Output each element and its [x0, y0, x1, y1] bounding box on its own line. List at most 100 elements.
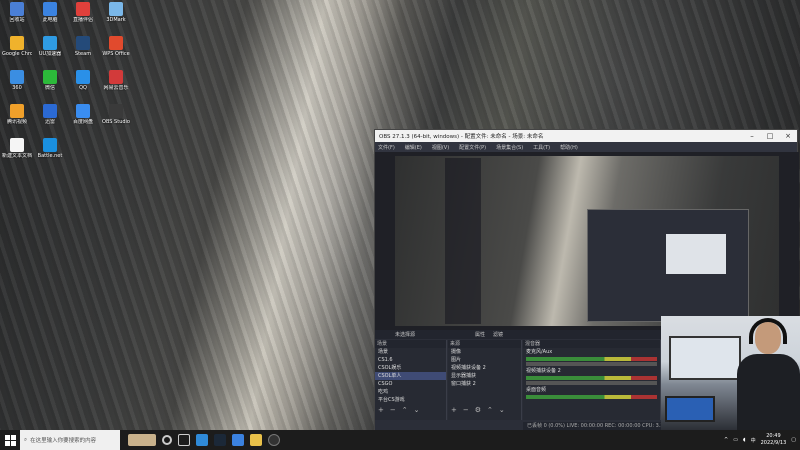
cortana-icon[interactable] [162, 435, 172, 445]
menu-edit[interactable]: 编辑(E) [405, 144, 422, 151]
scene-item[interactable]: CS1.6 [375, 356, 446, 364]
move-down-icon[interactable]: ⌄ [414, 406, 420, 414]
properties-button[interactable]: 属性 [475, 331, 485, 338]
network-icon[interactable]: ▭ [733, 437, 738, 443]
menu-tools[interactable]: 工具(T) [533, 144, 550, 151]
desktop-icon[interactable]: QQ [68, 70, 98, 91]
desktop-icon[interactable]: 百度网盘 [68, 104, 98, 125]
remove-scene-icon[interactable]: − [390, 406, 396, 414]
scene-item[interactable]: CSGO [375, 380, 446, 388]
taskbar-thumbnail-icon[interactable] [128, 434, 156, 446]
menu-view[interactable]: 视图(V) [432, 144, 449, 151]
desktop-icon-label: 微信 [44, 85, 55, 91]
add-source-icon[interactable]: + [451, 406, 457, 414]
taskbar-clock[interactable]: 20:49 2022/9/13 [761, 433, 787, 447]
webcam-bg-monitor [669, 336, 741, 380]
desktop-icon-label: QQ [79, 85, 87, 91]
volume-slider[interactable] [526, 362, 657, 366]
task-view-icon[interactable] [178, 434, 190, 446]
mixer-track-label: 桌面音频 [526, 387, 547, 393]
scene-item[interactable]: 场景 [375, 348, 446, 356]
desktop-icon-label: 迅雷 [44, 119, 55, 125]
desktop-icon[interactable]: 新建文本文档 [2, 138, 32, 159]
move-down-icon[interactable]: ⌄ [499, 406, 505, 414]
nested-obs-preview [587, 209, 749, 322]
obs-title-bar[interactable]: OBS 27.1.3 (64-bit, windows) - 配置文件: 未命名… [375, 130, 797, 142]
desktop-icon[interactable]: Steam [68, 36, 98, 57]
remove-source-icon[interactable]: − [463, 406, 469, 414]
desktop-icon-label: Steam [74, 51, 92, 57]
app-icon [76, 2, 90, 16]
move-up-icon[interactable]: ⌃ [487, 406, 493, 414]
source-item[interactable]: 图片 [448, 356, 521, 364]
menu-scene-collection[interactable]: 场景集合(S) [496, 144, 523, 151]
search-placeholder: 在这里输入你要搜索的内容 [30, 438, 97, 444]
move-up-icon[interactable]: ⌃ [402, 406, 408, 414]
system-tray: ^ ▭ ◖ 中 20:49 2022/9/13 ▢ [724, 433, 800, 447]
desktop-icon[interactable]: 3DMark [101, 2, 131, 23]
desktop-icon[interactable]: 360 [2, 70, 32, 91]
menu-file[interactable]: 文件(F) [378, 144, 395, 151]
desktop-icon[interactable]: 此电脑 [35, 2, 65, 23]
maximize-icon[interactable]: □ [761, 132, 779, 140]
obs-taskbar-icon[interactable] [268, 434, 280, 446]
desktop-icon-label: Battle.net [37, 153, 63, 159]
notification-icon[interactable]: ▢ [791, 437, 796, 443]
app-icon [109, 2, 123, 16]
steam-icon[interactable] [214, 434, 226, 446]
desktop-icon[interactable]: Google Chrome [2, 36, 32, 57]
desktop-icon-label: OBS Studio [102, 119, 130, 125]
webcam-bg-screen [665, 396, 715, 422]
sources-header: 来源 [448, 340, 521, 348]
desktop-icon[interactable]: UU加速器 [35, 36, 65, 57]
volume-icon[interactable]: ◖ [743, 437, 746, 443]
desktop-icon[interactable]: OBS Studio [101, 104, 131, 125]
scene-item[interactable]: 吃鸡 [375, 388, 446, 396]
desktop-icon[interactable]: 迅雷 [35, 104, 65, 125]
add-scene-icon[interactable]: + [378, 406, 384, 414]
settings-icon[interactable]: ⚙ [475, 406, 481, 414]
volume-slider[interactable] [526, 381, 657, 385]
scene-item[interactable]: 平台CS游戏 [375, 396, 446, 404]
source-item[interactable]: 显示器捕获 [448, 372, 521, 380]
explorer-icon[interactable] [250, 434, 262, 446]
desktop-icon[interactable]: 腾讯视频 [2, 104, 32, 125]
tray-chevron-icon[interactable]: ^ [724, 437, 728, 443]
browser-icon[interactable] [232, 434, 244, 446]
audio-meter [526, 357, 657, 361]
close-icon[interactable]: × [779, 132, 797, 140]
desktop-icon[interactable]: 回收站 [2, 2, 32, 23]
streamer-body [737, 354, 800, 430]
nested-monitor [666, 234, 726, 274]
source-item[interactable]: 摄像 [448, 348, 521, 356]
app-icon [109, 70, 123, 84]
desktop-icon[interactable]: WPS Office [101, 36, 131, 57]
source-item[interactable]: 视频捕获设备 2 [448, 364, 521, 372]
desktop-icon[interactable]: 网易云音乐 [101, 70, 131, 91]
source-item[interactable]: 窗口捕获 2 [448, 380, 521, 388]
app-icon [10, 2, 24, 16]
menu-profile[interactable]: 配置文件(P) [459, 144, 486, 151]
desktop-icon-label: Google Chrome [2, 51, 32, 57]
nested-desktop-icons [445, 158, 481, 324]
filters-button[interactable]: 滤镜 [493, 331, 503, 338]
app-icon [10, 36, 24, 50]
minimize-icon[interactable]: – [743, 132, 761, 140]
desktop-icon-label: 百度网盘 [72, 119, 93, 125]
menu-help[interactable]: 帮助(H) [560, 144, 578, 151]
scene-item[interactable]: CSOL娱乐 [375, 364, 446, 372]
sources-dock: 来源 摄像 图片 视频捕获设备 2 显示器捕获 窗口捕获 2 + − ⚙ ⌃ ⌄ [448, 340, 522, 420]
desktop-icon-label: 网易云音乐 [103, 85, 129, 91]
desktop-icon-label: UU加速器 [38, 51, 62, 57]
obs-preview[interactable] [375, 152, 799, 330]
desktop-icon[interactable]: 微信 [35, 70, 65, 91]
edge-icon[interactable] [196, 434, 208, 446]
ime-icon[interactable]: 中 [751, 437, 756, 444]
mixer-track-label: 麦克风/Aux [526, 349, 553, 355]
windows-start-icon[interactable] [0, 430, 20, 450]
taskbar-search[interactable]: ⌕ 在这里输入你要搜索的内容 [20, 430, 120, 450]
desktop-icon[interactable]: Battle.net [35, 138, 65, 159]
app-icon [10, 70, 24, 84]
desktop-icon[interactable]: 直播伴侣 [68, 2, 98, 23]
scene-item-selected[interactable]: CSOL单人 [375, 372, 446, 380]
